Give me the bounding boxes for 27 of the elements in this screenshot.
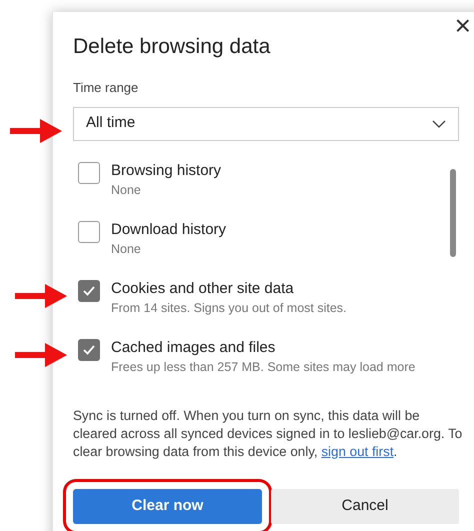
- option-detail: None: [111, 182, 142, 198]
- pointer-arrow-icon: [15, 342, 67, 368]
- check-icon: [83, 286, 95, 296]
- checkbox[interactable]: [78, 280, 100, 302]
- close-button[interactable]: ×: [454, 12, 471, 40]
- option-label: Cookies and other site data: [111, 278, 295, 298]
- chevron-down-icon: [432, 120, 446, 128]
- scrollbar-thumb[interactable]: [450, 168, 456, 256]
- option-label: Download history: [111, 220, 226, 240]
- check-icon: [83, 344, 95, 354]
- pointer-arrow-icon: [15, 283, 67, 309]
- option-label: Cached images and files: [111, 338, 276, 358]
- clear-button[interactable]: Clear now: [73, 488, 262, 524]
- sign-out-link[interactable]: sign out first: [321, 444, 394, 458]
- sync-note: Sync is turned off. When you turn on sync, this data will be cleared across all synced devices signed in to leslieb@car.org. To clear browsing data from this device only, sign out first.: [73, 406, 463, 460]
- cancel-button[interactable]: Cancel: [271, 488, 459, 524]
- dialog-title: Delete browsing data: [73, 34, 270, 60]
- option-detail: None: [111, 240, 142, 258]
- checkbox[interactable]: [78, 338, 100, 360]
- checkbox[interactable]: [78, 162, 100, 184]
- option-label: Browsing history: [111, 160, 222, 180]
- option-detail: Frees up less than 257 MB. Some sites may load more: [111, 358, 416, 376]
- time-range-dropdown[interactable]: All time: [73, 106, 459, 140]
- checkbox[interactable]: [78, 220, 100, 242]
- pointer-arrow-icon: [10, 118, 62, 144]
- field-label: Time range: [73, 79, 140, 97]
- option-detail: From 14 sites. Signs you out of most sites.: [111, 300, 347, 316]
